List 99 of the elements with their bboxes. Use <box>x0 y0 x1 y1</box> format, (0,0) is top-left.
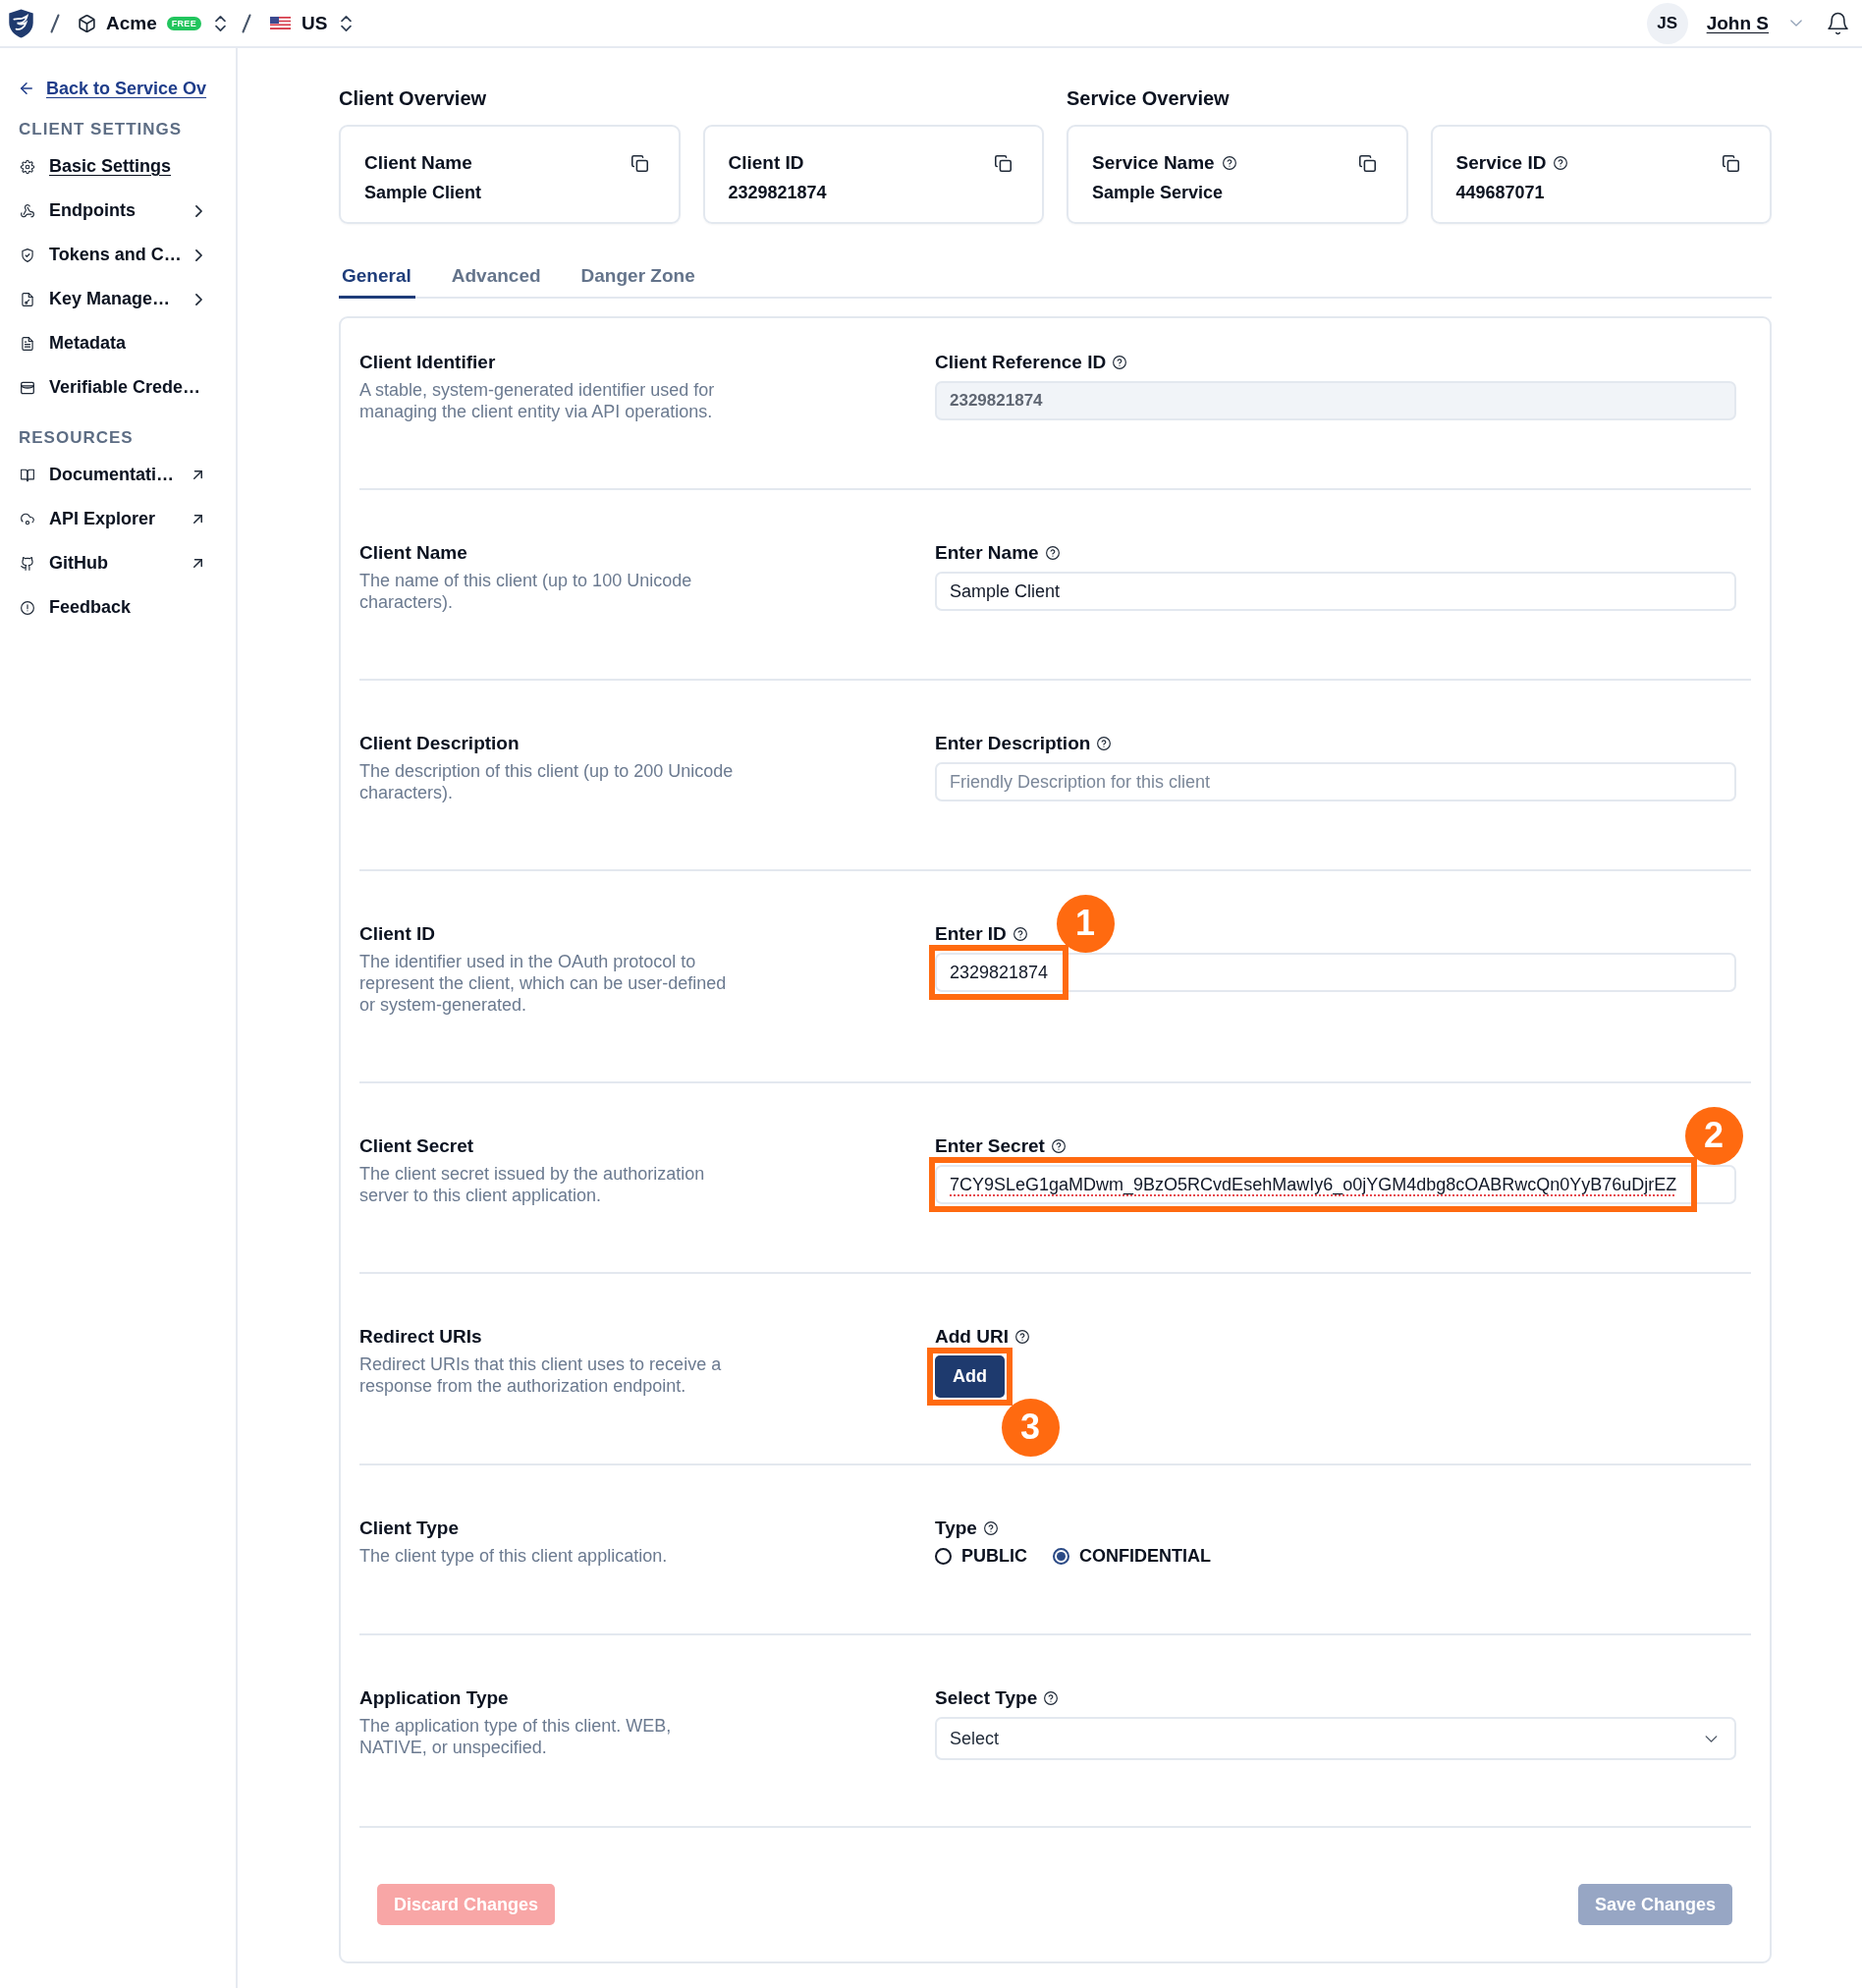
tab[interactable]: Advanced <box>448 264 545 299</box>
shield-check-icon <box>21 248 34 262</box>
field-label: Enter Description <box>935 733 1091 754</box>
book-icon <box>21 468 34 482</box>
section-description: Redirect URIs that this client uses to receive a response from the authorization endpoint. <box>359 1353 723 1397</box>
gear-icon <box>21 159 34 174</box>
sidebar-item[interactable]: Verifiable Crede… <box>19 365 206 410</box>
bell-icon[interactable] <box>1828 11 1848 35</box>
section-description: The name of this client (up to 100 Unicode characters). <box>359 570 693 613</box>
card-value: 2329821874 <box>728 182 828 204</box>
region-name[interactable]: US <box>301 12 328 34</box>
section-title: Client Name <box>359 541 468 565</box>
back-link[interactable]: Back to Service Ov <box>46 78 207 99</box>
input-field[interactable]: 2329821874 <box>935 381 1736 420</box>
arrow-up-right-icon <box>193 470 202 479</box>
cube-icon <box>79 14 95 32</box>
section-description: The client type of this client application. <box>359 1545 669 1567</box>
section-description: The identifier used in the OAuth protocol to represent the client, which can be user-defined or system-generated. <box>359 951 728 1016</box>
radio-option[interactable]: CONFIDENTIAL <box>1053 1544 1211 1568</box>
input-field[interactable]: 2329821874 <box>935 953 1736 992</box>
overview-heading: Service Overview <box>1067 86 1231 111</box>
chevron-right-icon <box>195 293 202 305</box>
sidebar-heading: CLIENT SETTINGS <box>19 119 184 140</box>
slash-icon <box>50 13 60 33</box>
document-icon <box>21 336 34 351</box>
chevron-down-icon <box>1705 1735 1718 1742</box>
card-value: Sample Service <box>1092 182 1225 204</box>
section-title: Client Secret <box>359 1134 475 1158</box>
field-label: Enter Name <box>935 542 1039 564</box>
callout-number: 1 <box>1056 894 1115 953</box>
archive-icon <box>21 380 34 395</box>
card-label: Client ID <box>728 152 804 174</box>
alert-icon <box>21 600 34 615</box>
section-description: The client secret issued by the authorization server to this client application. <box>359 1163 706 1206</box>
sidebar-item[interactable]: Endpoints <box>19 189 206 233</box>
user-name[interactable]: John S <box>1706 12 1769 34</box>
sidebar-item[interactable]: Feedback <box>19 585 206 630</box>
webhook-icon <box>21 203 34 218</box>
plan-badge: FREE <box>166 16 201 30</box>
select-field[interactable]: Select <box>935 1717 1736 1760</box>
section-title: Redirect URIs <box>359 1325 483 1349</box>
copy-icon[interactable] <box>995 154 1012 172</box>
field-label: Enter Secret <box>935 1135 1045 1157</box>
input-field[interactable]: Sample Client <box>935 572 1736 611</box>
field-label: Enter ID <box>935 923 1007 945</box>
sidebar-item[interactable]: Documentati… <box>19 453 206 497</box>
shield-logo-icon[interactable] <box>8 8 34 38</box>
callout-number: 2 <box>1684 1106 1743 1165</box>
copy-icon[interactable] <box>1723 154 1739 172</box>
copy-icon[interactable] <box>1358 154 1376 172</box>
chevron-right-icon <box>195 248 202 261</box>
cloud-icon <box>21 512 34 526</box>
arrow-up-right-icon <box>193 515 202 524</box>
sidebar-heading: RESOURCES <box>19 427 135 449</box>
sidebar-item[interactable]: Key Manage… <box>19 277 206 321</box>
chevron-updown-icon[interactable] <box>214 15 226 31</box>
input-field[interactable]: 7CY9SLeG1gaMDwm_9BzO5RCvdEsehMawIy6_o0jYGM4dbg8cOABRwcQn0YyB76uDjrEZ <box>935 1165 1736 1204</box>
overview-heading: Client Overview <box>339 86 488 111</box>
field-label: Client Reference ID <box>935 352 1107 373</box>
radio-icon[interactable] <box>1053 1547 1069 1565</box>
key-document-icon <box>21 292 34 306</box>
card-value: 449687071 <box>1455 182 1546 204</box>
card-label: Client Name <box>364 152 472 174</box>
tab[interactable]: General <box>339 264 415 299</box>
sidebar-item[interactable]: API Explorer <box>19 497 206 541</box>
card-label: Service Name <box>1092 152 1215 174</box>
sidebar-item[interactable]: GitHub <box>19 541 206 585</box>
card-value: Sample Client <box>364 182 483 204</box>
add-button[interactable]: Add <box>935 1355 1005 1398</box>
sidebar-item[interactable]: Tokens and C… <box>19 233 206 277</box>
section-description: The description of this client (up to 200 Unicode characters). <box>359 760 735 803</box>
input-field[interactable]: Friendly Description for this client <box>935 762 1736 801</box>
card-label: Service ID <box>1455 152 1547 174</box>
field-label: Type <box>935 1518 977 1539</box>
radio-option[interactable]: PUBLIC <box>935 1544 1027 1568</box>
radio-icon[interactable] <box>935 1547 952 1565</box>
callout-number: 3 <box>1001 1398 1060 1457</box>
section-title: Client Identifier <box>359 351 497 374</box>
field-label: Select Type <box>935 1687 1038 1709</box>
github-icon <box>21 556 34 571</box>
arrow-up-right-icon <box>193 559 202 568</box>
sidebar-item[interactable]: Metadata <box>19 321 206 365</box>
section-title: Client Type <box>359 1517 460 1540</box>
tab[interactable]: Danger Zone <box>577 264 699 299</box>
field-label: Add URI <box>935 1326 1009 1348</box>
flag-icon <box>269 17 291 29</box>
sidebar-item[interactable]: Basic Settings <box>19 144 206 189</box>
chevron-down-icon[interactable] <box>1790 20 1802 27</box>
section-title: Client Description <box>359 732 520 755</box>
chevron-updown-icon[interactable] <box>341 15 353 31</box>
section-description: A stable, system-generated identifier used for managing the client entity via API operations. <box>359 379 716 422</box>
section-title: Application Type <box>359 1686 510 1710</box>
chevron-right-icon <box>195 204 202 217</box>
slash-icon <box>241 13 251 33</box>
org-name[interactable]: Acme <box>106 12 157 34</box>
section-title: Client ID <box>359 922 437 946</box>
avatar[interactable]: JS <box>1646 2 1688 44</box>
copy-icon[interactable] <box>630 154 648 172</box>
section-description: The application type of this client. WEB, NATIVE, or unspecified. <box>359 1715 673 1758</box>
